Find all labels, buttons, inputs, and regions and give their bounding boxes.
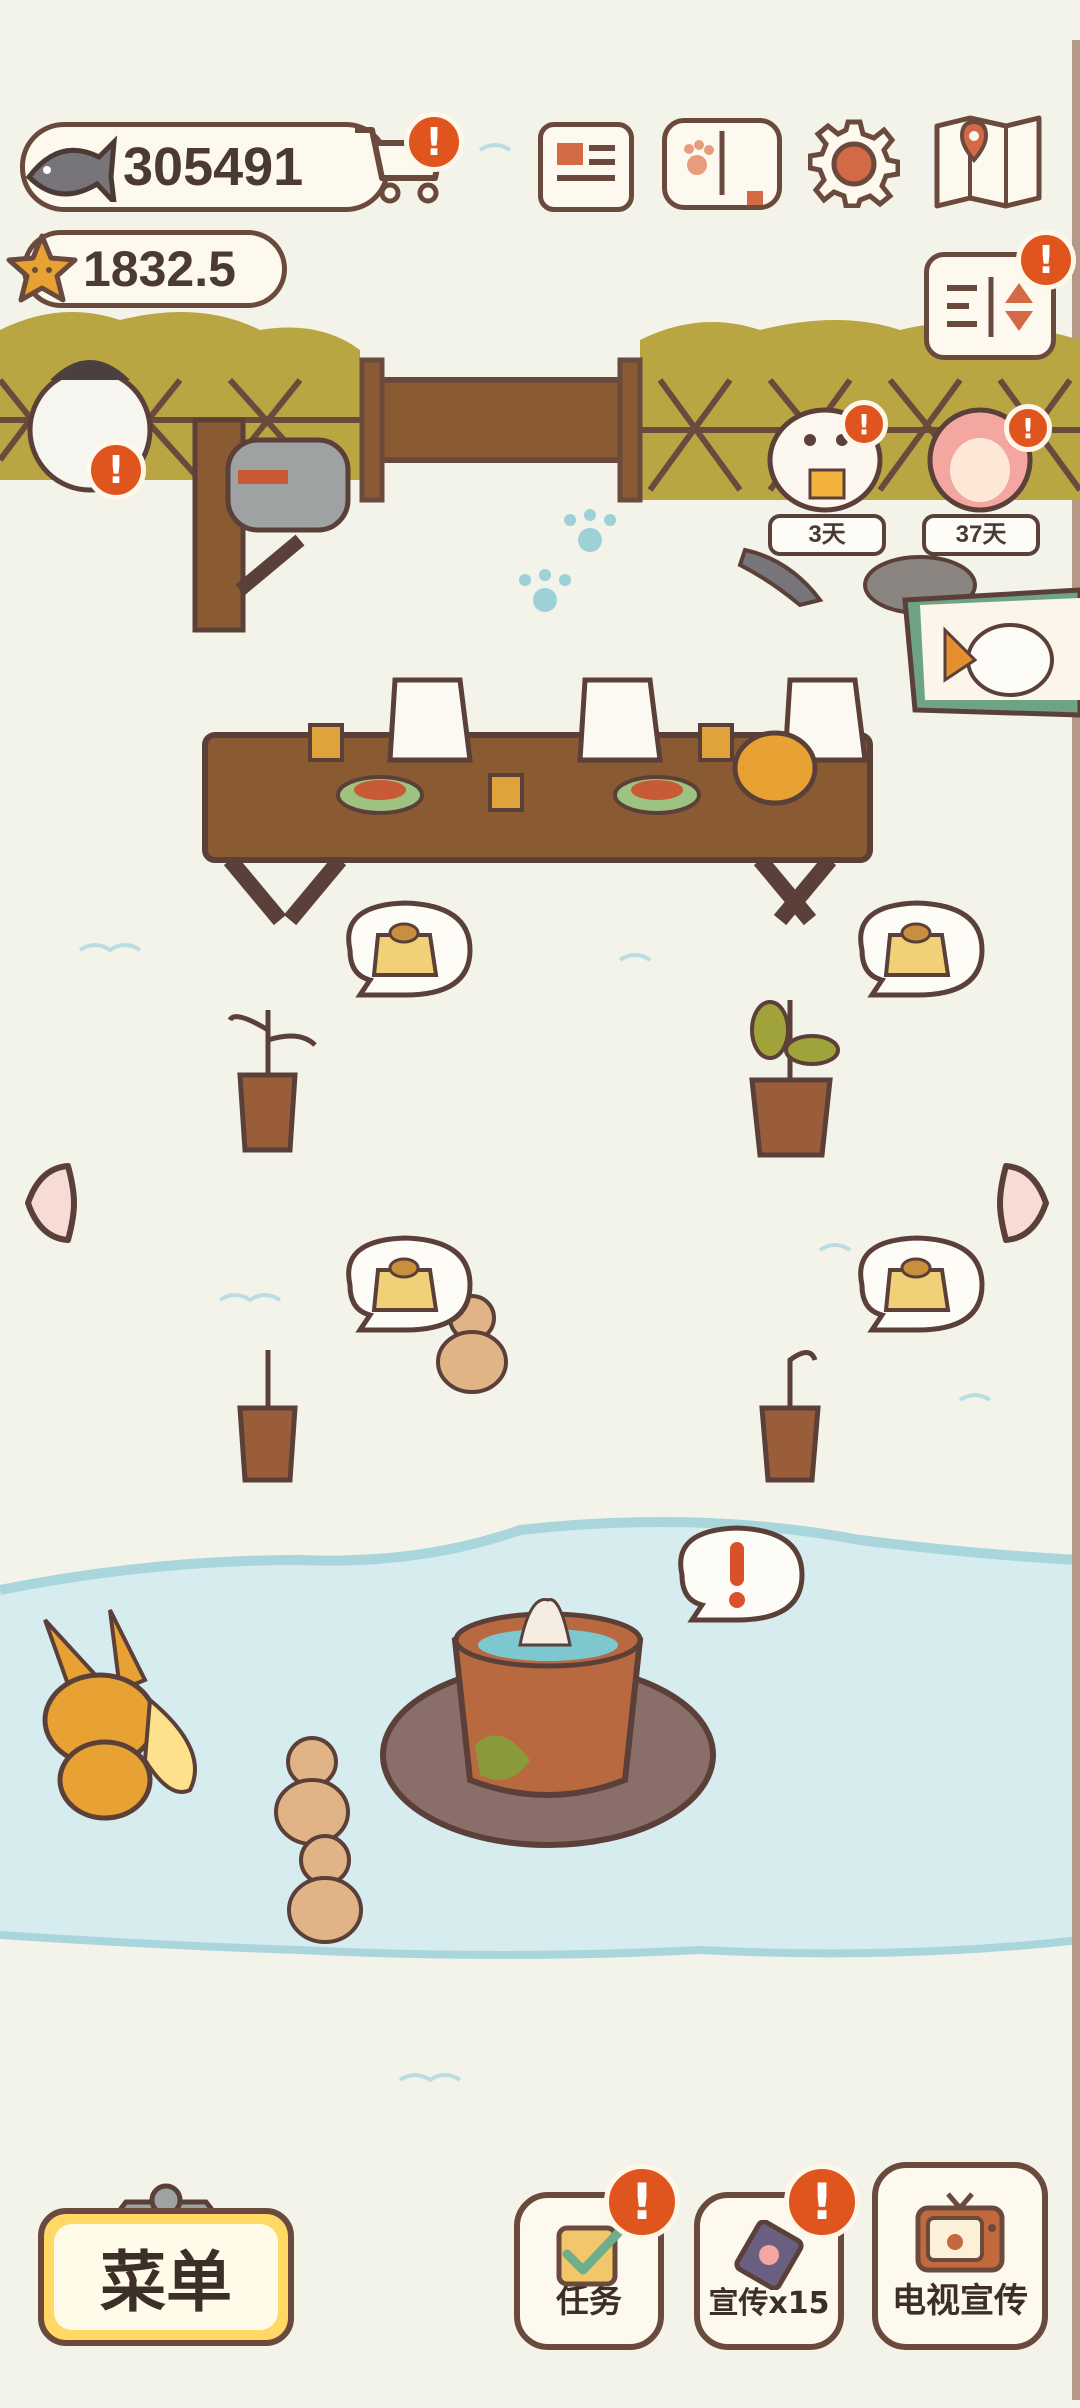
cart-alert-badge: ! <box>404 112 464 172</box>
thought-bubble-bread-4[interactable] <box>842 1230 992 1340</box>
fish-currency-value: 305491 <box>123 137 304 197</box>
star-icon <box>6 233 78 303</box>
settings-button[interactable] <box>807 116 901 209</box>
visitor-1-stay-tag: 3天 <box>768 514 886 556</box>
star-currency-value: 1832.5 <box>83 241 236 297</box>
sort-alert-badge: ! <box>1016 230 1076 290</box>
thought-bubble-bread-1[interactable] <box>330 895 480 1005</box>
cat-alert-badge: ! <box>86 440 146 500</box>
tv-promotion-button[interactable]: 电视宣传 <box>872 2162 1048 2350</box>
map-button[interactable] <box>932 114 1044 210</box>
visitor-1-alert-badge: ! <box>840 400 888 448</box>
visitor-2-alert-badge: ! <box>1004 404 1052 452</box>
map-icon <box>934 115 1042 209</box>
scroll-right-arrow[interactable] <box>994 1158 1054 1248</box>
scroll-left-arrow[interactable] <box>20 1158 80 1248</box>
gear-icon <box>807 119 901 209</box>
pawbook-button[interactable] <box>662 118 782 213</box>
menu-button[interactable]: 菜单 <box>38 2180 294 2348</box>
menu-label: 菜单 <box>100 2244 232 2321</box>
garden-scene <box>0 40 1080 2400</box>
thought-bubble-alert[interactable] <box>662 1520 812 1630</box>
promotion-alert-badge: ! <box>784 2164 860 2240</box>
visitor-2-stay-tag: 37天 <box>922 514 1040 556</box>
fish-currency-counter[interactable]: 305491 <box>20 122 390 212</box>
newspaper-icon <box>557 143 615 181</box>
menu-button-body: 菜单 <box>38 2208 294 2346</box>
newspaper-button[interactable] <box>538 122 634 212</box>
thought-bubble-bread-2[interactable] <box>842 895 992 1005</box>
tasks-alert-badge: ! <box>604 2164 680 2240</box>
star-currency-counter[interactable]: 1832.5 <box>6 230 287 308</box>
tv-icon <box>915 2192 1005 2273</box>
thought-bubble-bread-3[interactable] <box>330 1230 480 1340</box>
fish-icon <box>25 135 118 202</box>
paw-book-icon <box>684 131 763 213</box>
exclamation-icon <box>729 1542 745 1608</box>
tv-promotion-label: 电视宣传 <box>892 2281 1028 2321</box>
